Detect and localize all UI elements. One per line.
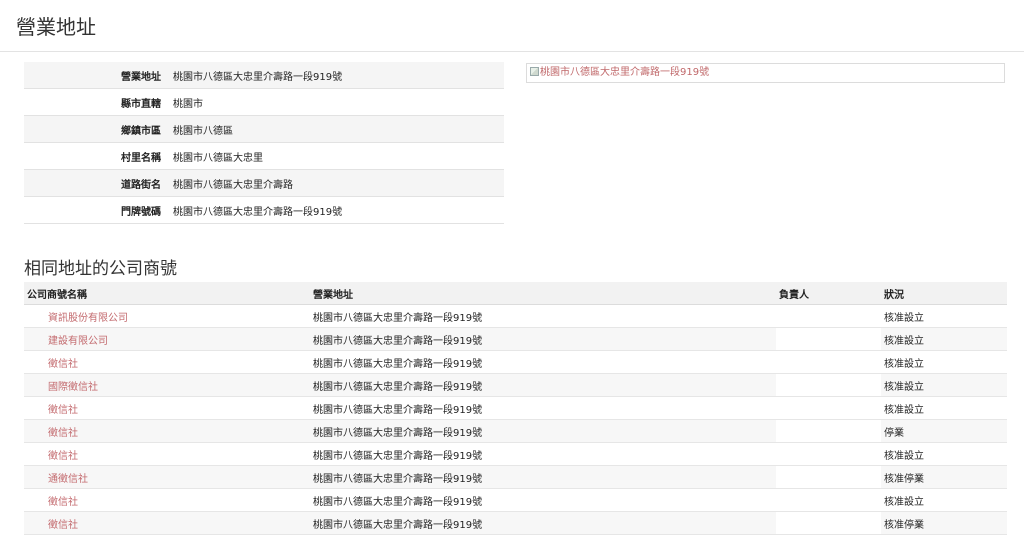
table-row: 徵信社 桃園市八德區大忠里介壽路一段919號 核准設立: [24, 396, 1007, 420]
company-name-cell: 國際徵信社: [24, 373, 310, 397]
company-address-cell: 桃園市八德區大忠里介壽路一段919號: [310, 419, 776, 443]
table-row: 國際徵信社 桃園市八德區大忠里介壽路一段919號 核准設立: [24, 373, 1007, 397]
company-owner-cell: [776, 373, 881, 397]
company-address-cell: 桃園市八德區大忠里介壽路一段919號: [310, 304, 776, 328]
company-status-cell: 核准停業: [881, 511, 1007, 535]
company-status-cell: 核准設立: [881, 350, 1007, 374]
company-address-cell: 桃園市八德區大忠里介壽路一段919號: [310, 327, 776, 351]
address-detail-row: 道路街名 桃園市八德區大忠里介壽路: [24, 169, 504, 197]
address-detail-label: 門牌號碼: [24, 196, 173, 224]
company-name-link[interactable]: 徵信社: [48, 520, 78, 531]
company-name-cell: 建設有限公司: [24, 327, 310, 351]
company-name-cell: 徵信社: [24, 511, 310, 535]
company-owner-cell: [776, 442, 881, 466]
company-owner-cell: [776, 419, 881, 443]
address-detail-label: 營業地址: [24, 62, 173, 89]
company-name-link[interactable]: 徵信社: [48, 405, 78, 416]
company-owner-cell: [776, 396, 881, 420]
address-detail-value: 桃園市八德區大忠里: [173, 142, 504, 170]
company-status-cell: 核准設立: [881, 304, 1007, 328]
address-detail-row: 鄉鎮市區 桃園市八德區: [24, 115, 504, 143]
company-status-cell: 核准設立: [881, 327, 1007, 351]
address-detail-value: 桃園市: [173, 88, 504, 116]
company-address-cell: 桃園市八德區大忠里介壽路一段919號: [310, 465, 776, 489]
company-name-link[interactable]: 建設有限公司: [48, 336, 108, 347]
table-row: 徵信社 桃園市八德區大忠里介壽路一段919號 核准設立: [24, 442, 1007, 466]
header-owner[interactable]: 負責人: [776, 282, 881, 305]
table-row: 資訊股份有限公司 桃園市八德區大忠里介壽路一段919號 核准設立: [24, 304, 1007, 328]
company-name-cell: 徵信社: [24, 442, 310, 466]
table-row: 通徵信社 桃園市八德區大忠里介壽路一段919號 核准停業: [24, 465, 1007, 489]
company-name-link[interactable]: 國際徵信社: [48, 382, 98, 393]
header-address[interactable]: 營業地址: [310, 282, 776, 305]
company-name-link[interactable]: 徵信社: [48, 359, 78, 370]
address-detail-row: 門牌號碼 桃園市八德區大忠里介壽路一段919號: [24, 196, 504, 224]
page-title: 營業地址: [16, 15, 96, 39]
address-detail-label: 縣市直轄: [24, 88, 173, 116]
company-name-cell: 徵信社: [24, 350, 310, 374]
address-detail-label: 村里名稱: [24, 142, 173, 170]
company-status-cell: 停業: [881, 419, 1007, 443]
company-address-cell: 桃園市八德區大忠里介壽路一段919號: [310, 511, 776, 535]
company-owner-cell: [776, 465, 881, 489]
page-header: 營業地址: [0, 0, 1024, 52]
broken-image-icon: [530, 67, 539, 76]
company-name-link[interactable]: 資訊股份有限公司: [48, 313, 128, 324]
header-company-name[interactable]: 公司商號名稱: [24, 282, 310, 305]
company-status-cell: 核准設立: [881, 442, 1007, 466]
table-row: 徵信社 桃園市八德區大忠里介壽路一段919號 核准停業: [24, 511, 1007, 535]
company-owner-cell: [776, 488, 881, 512]
company-status-cell: 核准設立: [881, 396, 1007, 420]
company-owner-cell: [776, 350, 881, 374]
address-detail-value: 桃園市八德區大忠里介壽路: [173, 169, 504, 197]
company-address-cell: 桃園市八德區大忠里介壽路一段919號: [310, 442, 776, 466]
company-name-link[interactable]: 徵信社: [48, 497, 78, 508]
company-name-link[interactable]: 徵信社: [48, 428, 78, 439]
company-address-cell: 桃園市八德區大忠里介壽路一段919號: [310, 396, 776, 420]
company-owner-cell: [776, 327, 881, 351]
company-status-cell: 核准設立: [881, 373, 1007, 397]
company-name-cell: 通徵信社: [24, 465, 310, 489]
table-row: 徵信社 桃園市八德區大忠里介壽路一段919號 核准設立: [24, 350, 1007, 374]
company-name-cell: 徵信社: [24, 488, 310, 512]
header-status[interactable]: 狀況: [881, 282, 1007, 305]
address-detail-value: 桃園市八德區: [173, 115, 504, 143]
company-owner-cell: [776, 511, 881, 535]
company-status-cell: 核准設立: [881, 488, 1007, 512]
table-row: 徵信社 桃園市八德區大忠里介壽路一段919號 停業: [24, 419, 1007, 443]
address-details-table: 營業地址 桃園市八德區大忠里介壽路一段919號 縣市直轄 桃園市 鄉鎮市區 桃園市八德區村…: [24, 62, 504, 224]
company-owner-cell: [776, 304, 881, 328]
companies-table: 公司商號名稱 營業地址 負責人 狀況 資訊股份有限公司桃園市八德區大忠里介壽路一…: [24, 282, 1007, 535]
same-address-section-title: 相同地址的公司商號: [24, 259, 177, 279]
address-detail-row: 縣市直轄 桃園市: [24, 88, 504, 116]
address-detail-label: 鄉鎮市區: [24, 115, 173, 143]
company-address-cell: 桃園市八德區大忠里介壽路一段919號: [310, 488, 776, 512]
company-name-link[interactable]: 徵信社: [48, 451, 78, 462]
company-name-link[interactable]: 通徵信社: [48, 474, 88, 485]
table-row: 建設有限公司 桃園市八德區大忠里介壽路一段919號 核准設立: [24, 327, 1007, 351]
company-name-cell: 資訊股份有限公司: [24, 304, 310, 328]
map-image-alt-text: 桃園市八德區大忠里介壽路一段919號: [540, 67, 710, 78]
table-header-row: 公司商號名稱 營業地址 負責人 狀況: [24, 282, 1007, 305]
company-name-cell: 徵信社: [24, 396, 310, 420]
company-address-cell: 桃園市八德區大忠里介壽路一段919號: [310, 350, 776, 374]
address-detail-row: 營業地址 桃園市八德區大忠里介壽路一段919號: [24, 62, 504, 89]
map-image[interactable]: 桃園市八德區大忠里介壽路一段919號: [526, 63, 1005, 83]
address-detail-row: 村里名稱 桃園市八德區大忠里: [24, 142, 504, 170]
company-status-cell: 核准停業: [881, 465, 1007, 489]
company-address-cell: 桃園市八德區大忠里介壽路一段919號: [310, 373, 776, 397]
address-detail-label: 道路街名: [24, 169, 173, 197]
company-name-cell: 徵信社: [24, 419, 310, 443]
address-detail-value: 桃園市八德區大忠里介壽路一段919號: [173, 196, 504, 224]
table-row: 徵信社 桃園市八德區大忠里介壽路一段919號 核准設立: [24, 488, 1007, 512]
address-detail-value: 桃園市八德區大忠里介壽路一段919號: [173, 62, 504, 89]
